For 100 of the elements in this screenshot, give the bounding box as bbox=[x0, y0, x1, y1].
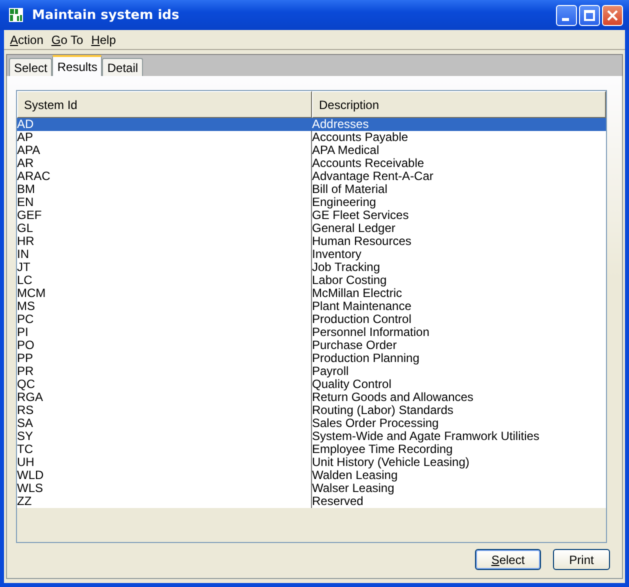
push-button[interactable]: Print bbox=[553, 549, 610, 570]
table-row[interactable]: UH Unit History (Vehicle Leasing) bbox=[17, 456, 606, 469]
table-row[interactable]: RS Routing (Labor) Standards bbox=[17, 404, 606, 417]
table-cell-text: Production Control bbox=[312, 313, 412, 326]
minimize-button[interactable] bbox=[556, 4, 577, 26]
table-cell-text: Personnel Information bbox=[312, 326, 430, 339]
maximize-button[interactable] bbox=[579, 4, 600, 26]
table-cell: APA bbox=[17, 144, 312, 157]
table-cell: MCM bbox=[17, 287, 312, 300]
close-icon bbox=[607, 10, 618, 20]
table-row[interactable]: RGA Return Goods and Allowances bbox=[17, 391, 606, 404]
table-cell: TC bbox=[17, 443, 312, 456]
table-cell-text: Labor Costing bbox=[312, 274, 388, 287]
table-cell: ARAC bbox=[17, 170, 312, 183]
close-button[interactable] bbox=[602, 4, 623, 26]
column-header[interactable]: Description bbox=[312, 91, 606, 118]
table-cell: AP bbox=[17, 131, 312, 144]
table-cell-text: System-Wide and Agate Framwork Utilities bbox=[312, 430, 540, 443]
table-cell-text: Accounts Payable bbox=[312, 131, 410, 144]
table-cell: PO bbox=[17, 339, 312, 352]
table-row[interactable]: WLD Walden Leasing bbox=[17, 469, 606, 482]
table-row[interactable]: ZZ Reserved bbox=[17, 495, 606, 508]
table-cell: BM bbox=[17, 183, 312, 196]
table-cell: AR bbox=[17, 157, 312, 170]
table-cell-text: GE Fleet Services bbox=[312, 209, 410, 222]
table-cell-text: Quality Control bbox=[312, 378, 392, 391]
table-cell-text: Walser Leasing bbox=[312, 482, 394, 495]
table-row[interactable]: SY System-Wide and Agate Framwork Utilities bbox=[17, 430, 606, 443]
table-row[interactable]: QC Quality Control bbox=[17, 378, 606, 391]
tab[interactable]: Select bbox=[9, 58, 52, 76]
table-cell: SA bbox=[17, 417, 312, 430]
table-row[interactable]: PO Purchase Order bbox=[17, 339, 606, 352]
table-cell: RS bbox=[17, 404, 312, 417]
table-row[interactable]: HR Human Resources bbox=[17, 235, 606, 248]
table-row[interactable]: MS Plant Maintenance bbox=[17, 300, 606, 313]
table-cell: PP bbox=[17, 352, 312, 365]
table-cell-text: Inventory bbox=[312, 248, 362, 261]
table-cell: SY bbox=[17, 430, 312, 443]
app-icon bbox=[8, 7, 24, 23]
table-cell-text: Advantage Rent-A-Car bbox=[312, 170, 434, 183]
table-cell-text: Plant Maintenance bbox=[312, 300, 412, 313]
table-row[interactable]: JT Job Tracking bbox=[17, 261, 606, 274]
table-row[interactable]: EN Engineering bbox=[17, 196, 606, 209]
table-cell: LC bbox=[17, 274, 312, 287]
table-cell-text: Payroll bbox=[312, 365, 350, 378]
table-cell-text: Purchase Order bbox=[312, 339, 398, 352]
table-cell: HR bbox=[17, 235, 312, 248]
table-cell: UH bbox=[17, 456, 312, 469]
table-row[interactable]: PI Personnel Information bbox=[17, 326, 606, 339]
table-row[interactable]: GL General Ledger bbox=[17, 222, 606, 235]
table-cell-text: Bill of Material bbox=[312, 183, 388, 196]
table-row[interactable]: APA APA Medical bbox=[17, 144, 606, 157]
menu-item[interactable]: Help bbox=[87, 32, 120, 48]
table-cell-text: Job Tracking bbox=[312, 261, 382, 274]
table-cell: QC bbox=[17, 378, 312, 391]
column-header[interactable]: System Id bbox=[17, 91, 312, 118]
table-row[interactable]: AD Addresses bbox=[17, 118, 606, 131]
table-cell-text: APA Medical bbox=[312, 144, 380, 157]
table-row[interactable]: PP Production Planning bbox=[17, 352, 606, 365]
table-row[interactable]: PC Production Control bbox=[17, 313, 606, 326]
table-cell-text: Production Planning bbox=[312, 352, 420, 365]
table-cell-text: McMillan Electric bbox=[312, 287, 404, 300]
table-row[interactable]: IN Inventory bbox=[17, 248, 606, 261]
table-cell: EN bbox=[17, 196, 312, 209]
menu-item[interactable]: Action bbox=[6, 32, 48, 48]
table-cell: PI bbox=[17, 326, 312, 339]
maximize-icon bbox=[584, 10, 595, 20]
table-cell-text: Accounts Receivable bbox=[312, 157, 426, 170]
table-row[interactable]: SA Sales Order Processing bbox=[17, 417, 606, 430]
table-cell-text: Engineering bbox=[312, 196, 378, 209]
minimize-icon bbox=[562, 18, 571, 20]
table-cell-text: Human Resources bbox=[312, 235, 412, 248]
table-row[interactable]: WLS Walser Leasing bbox=[17, 482, 606, 495]
table-row[interactable]: LC Labor Costing bbox=[17, 274, 606, 287]
table-row[interactable]: ARAC Advantage Rent-A-Car bbox=[17, 170, 606, 183]
table-cell-text: Walden Leasing bbox=[312, 469, 398, 482]
table-cell: GL bbox=[17, 222, 312, 235]
table-cell: WLD bbox=[17, 469, 312, 482]
table-cell-text: Unit History (Vehicle Leasing) bbox=[312, 456, 470, 469]
table-row[interactable]: BM Bill of Material bbox=[17, 183, 606, 196]
tab[interactable]: Results bbox=[52, 55, 102, 76]
menu-item[interactable]: Go To bbox=[47, 32, 88, 48]
table-row[interactable]: AP Accounts Payable bbox=[17, 131, 606, 144]
push-button[interactable]: Select bbox=[475, 549, 541, 570]
table-cell-text: Reserved bbox=[312, 495, 364, 508]
table-cell-text: Sales Order Processing bbox=[312, 417, 440, 430]
table-row[interactable]: MCM McMillan Electric bbox=[17, 287, 606, 300]
table-row[interactable]: GEF GE Fleet Services bbox=[17, 209, 606, 222]
table-cell-text: Employee Time Recording bbox=[312, 443, 454, 456]
table-row[interactable]: TC Employee Time Recording bbox=[17, 443, 606, 456]
tab[interactable]: Detail bbox=[102, 58, 144, 76]
table-row[interactable]: PR Payroll bbox=[17, 365, 606, 378]
table-cell-text: Addresses bbox=[312, 118, 370, 131]
table-cell: RGA bbox=[17, 391, 312, 404]
window-title: Maintain system ids bbox=[32, 8, 180, 22]
table-cell-text: Return Goods and Allowances bbox=[312, 391, 474, 404]
table-cell: MS bbox=[17, 300, 312, 313]
table-row[interactable]: AR Accounts Receivable bbox=[17, 157, 606, 170]
table-cell: GEF bbox=[17, 209, 312, 222]
table-cell-text: General Ledger bbox=[312, 222, 396, 235]
